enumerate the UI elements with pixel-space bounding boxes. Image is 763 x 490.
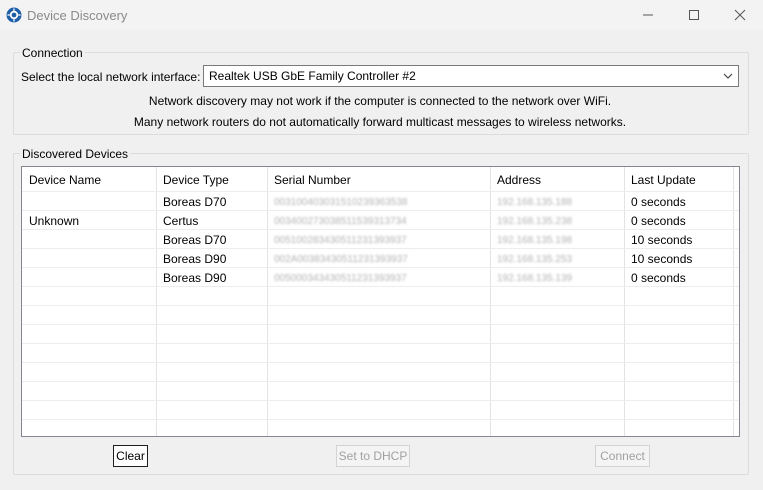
connection-group-label: Connection bbox=[20, 46, 85, 60]
app-logo-icon bbox=[6, 7, 22, 23]
column-header-serial-number[interactable]: Serial Number bbox=[274, 173, 351, 187]
device-type-cell: Boreas D90 bbox=[163, 271, 227, 285]
last-update-cell: 0 seconds bbox=[631, 214, 686, 228]
minimize-icon bbox=[643, 14, 653, 16]
set-to-dhcp-button[interactable]: Set to DHCP bbox=[336, 445, 410, 467]
address-cell: 192.168.135.238 bbox=[497, 216, 573, 227]
serial-number-cell: 002A00383430511231393937 bbox=[274, 254, 408, 265]
column-divider bbox=[490, 167, 491, 436]
column-divider bbox=[267, 167, 268, 436]
address-cell: 192.168.135.188 bbox=[497, 197, 573, 208]
window-title: Device Discovery bbox=[27, 8, 128, 23]
device-type-cell: Boreas D70 bbox=[163, 233, 227, 247]
maximize-button[interactable] bbox=[671, 0, 717, 30]
chevron-down-icon bbox=[723, 73, 733, 79]
interface-select[interactable]: Realtek USB GbE Family Controller #2 bbox=[203, 65, 739, 87]
last-update-cell: 0 seconds bbox=[631, 271, 686, 285]
close-icon bbox=[734, 9, 746, 21]
device-type-cell: Certus bbox=[163, 214, 199, 228]
devices-group-label: Discovered Devices bbox=[20, 147, 131, 161]
maximize-icon bbox=[689, 10, 699, 20]
device-name-cell: Unknown bbox=[29, 214, 80, 228]
serial-number-cell: 005000343430511231393937 bbox=[274, 273, 407, 284]
serial-number-cell: 00510028343051123139393​7 bbox=[274, 235, 407, 246]
column-header-device-name[interactable]: Device Name bbox=[29, 173, 101, 187]
device-type-cell: Boreas D70 bbox=[163, 195, 227, 209]
column-header-last-update[interactable]: Last Update bbox=[631, 173, 696, 187]
wifi-warning-text: Network discovery may not work if the co… bbox=[148, 94, 612, 108]
column-header-address[interactable]: Address bbox=[497, 173, 541, 187]
devices-table[interactable]: Device Name Device Type Serial Number Ad… bbox=[21, 166, 740, 437]
serial-number-cell: 00340027303851153931373​4 bbox=[274, 216, 407, 227]
last-update-cell: 0 seconds bbox=[631, 195, 686, 209]
close-button[interactable] bbox=[717, 0, 763, 30]
address-cell: 192.168.135.198 bbox=[497, 235, 573, 246]
last-update-cell: 10 seconds bbox=[631, 233, 693, 247]
column-divider bbox=[624, 167, 625, 436]
interface-select-value: Realtek USB GbE Family Controller #2 bbox=[209, 69, 416, 83]
title-bar: Device Discovery bbox=[0, 0, 763, 30]
column-divider bbox=[156, 167, 157, 436]
column-header-device-type[interactable]: Device Type bbox=[163, 173, 229, 187]
address-cell: 192.168.135.253 bbox=[497, 254, 573, 265]
clear-button[interactable]: Clear bbox=[113, 445, 148, 467]
connect-button[interactable]: Connect bbox=[595, 445, 650, 467]
last-update-cell: 10 seconds bbox=[631, 252, 693, 266]
minimize-button[interactable] bbox=[625, 0, 671, 30]
address-cell: 192.168.135.139 bbox=[497, 273, 573, 284]
multicast-warning-text: Many network routers do not automaticall… bbox=[133, 115, 627, 129]
serial-number-cell: 00310040303151023936353​8 bbox=[274, 197, 408, 208]
device-type-cell: Boreas D90 bbox=[163, 252, 227, 266]
column-divider bbox=[733, 167, 734, 436]
interface-label: Select the local network interface: bbox=[21, 70, 201, 84]
